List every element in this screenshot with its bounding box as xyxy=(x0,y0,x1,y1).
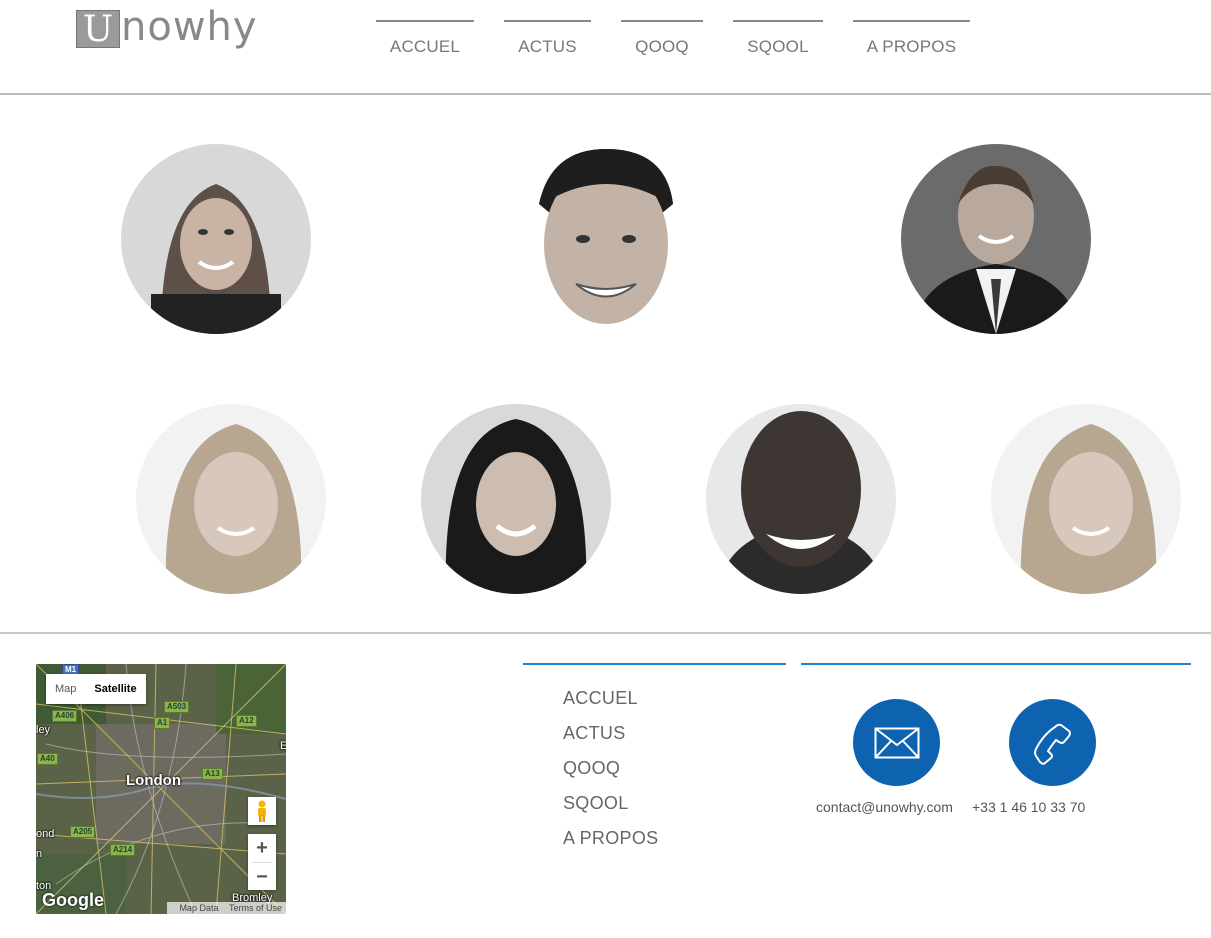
map-place-label: ond xyxy=(36,828,55,840)
phone-icon xyxy=(1033,723,1071,765)
zoom-control: + − xyxy=(248,834,276,890)
team-portrait-woman-1 xyxy=(121,144,311,334)
zoom-out-button[interactable]: − xyxy=(248,863,276,891)
map-type-map-button[interactable]: Map xyxy=(46,674,85,704)
footer-nav-accueil[interactable]: ACCUEL xyxy=(563,684,658,719)
map-place-label: n xyxy=(36,848,43,860)
nav-a-propos[interactable]: A PROPOS xyxy=(853,20,970,62)
road-a1: A1 xyxy=(154,717,171,729)
road-a40: A40 xyxy=(37,753,58,765)
team-portrait-man-3 xyxy=(706,404,896,594)
contact-phone-text[interactable]: +33 1 46 10 33 70 xyxy=(972,799,1085,815)
footer-nav-rule xyxy=(523,663,786,665)
map-place-label: E xyxy=(280,740,286,752)
map-type-control: Map Satellite xyxy=(46,674,146,704)
email-button[interactable] xyxy=(853,699,940,786)
nav-accueil[interactable]: ACCUEL xyxy=(376,20,474,62)
footer-nav: ACCUEL ACTUS QOOQ SQOOL A PROPOS xyxy=(563,684,658,859)
nav-qooq[interactable]: QOOQ xyxy=(621,20,703,62)
road-a503: A503 xyxy=(164,701,190,713)
map-place-label: ley xyxy=(36,724,51,736)
envelope-icon xyxy=(874,727,919,758)
google-map[interactable]: M1 A406 A503 A1 A12 A13 A205 A214 London… xyxy=(36,664,286,914)
team-portrait-man-2 xyxy=(901,144,1091,334)
road-a12: A12 xyxy=(236,715,257,727)
contact-email-text[interactable]: contact@unowhy.com xyxy=(816,799,953,815)
nav-actus[interactable]: ACTUS xyxy=(504,20,591,62)
zoom-in-button[interactable]: + xyxy=(248,834,276,862)
team-portrait-woman-3 xyxy=(421,404,611,594)
footer-nav-qooq[interactable]: QOOQ xyxy=(563,754,658,789)
phone-button[interactable] xyxy=(1009,699,1096,786)
team-portrait-woman-2 xyxy=(136,404,326,594)
footer-nav-sqool[interactable]: SQOOL xyxy=(563,789,658,824)
road-a205: A205 xyxy=(70,826,96,838)
footer-contact-rule xyxy=(801,663,1191,665)
map-data-link[interactable]: Map Data xyxy=(179,903,218,913)
team-portrait-man-1 xyxy=(511,144,701,334)
road-a13: A13 xyxy=(202,768,223,780)
footer-nav-a-propos[interactable]: A PROPOS xyxy=(563,824,658,859)
team-portrait-woman-4 xyxy=(991,404,1181,594)
section-divider xyxy=(0,632,1211,634)
logo-text: nowhy xyxy=(121,4,258,50)
footer-nav-actus[interactable]: ACTUS xyxy=(563,719,658,754)
road-a214: A214 xyxy=(110,844,136,856)
map-type-satellite-button[interactable]: Satellite xyxy=(85,674,145,704)
site-header: U nowhy ACCUEL ACTUS QOOQ SQOOL A PROPOS xyxy=(0,0,1211,95)
map-city-label: London xyxy=(126,772,181,789)
logo-letter: U xyxy=(76,10,120,49)
road-a406: A406 xyxy=(52,710,78,722)
google-logo[interactable]: Google xyxy=(42,890,104,911)
street-view-pegman-icon[interactable] xyxy=(248,797,276,825)
nav-sqool[interactable]: SQOOL xyxy=(733,20,823,62)
unowhy-logo[interactable]: U nowhy xyxy=(76,7,258,51)
terms-of-use-link[interactable]: Terms of Use xyxy=(229,903,282,913)
map-attribution: Map Data Terms of Use xyxy=(167,902,286,914)
